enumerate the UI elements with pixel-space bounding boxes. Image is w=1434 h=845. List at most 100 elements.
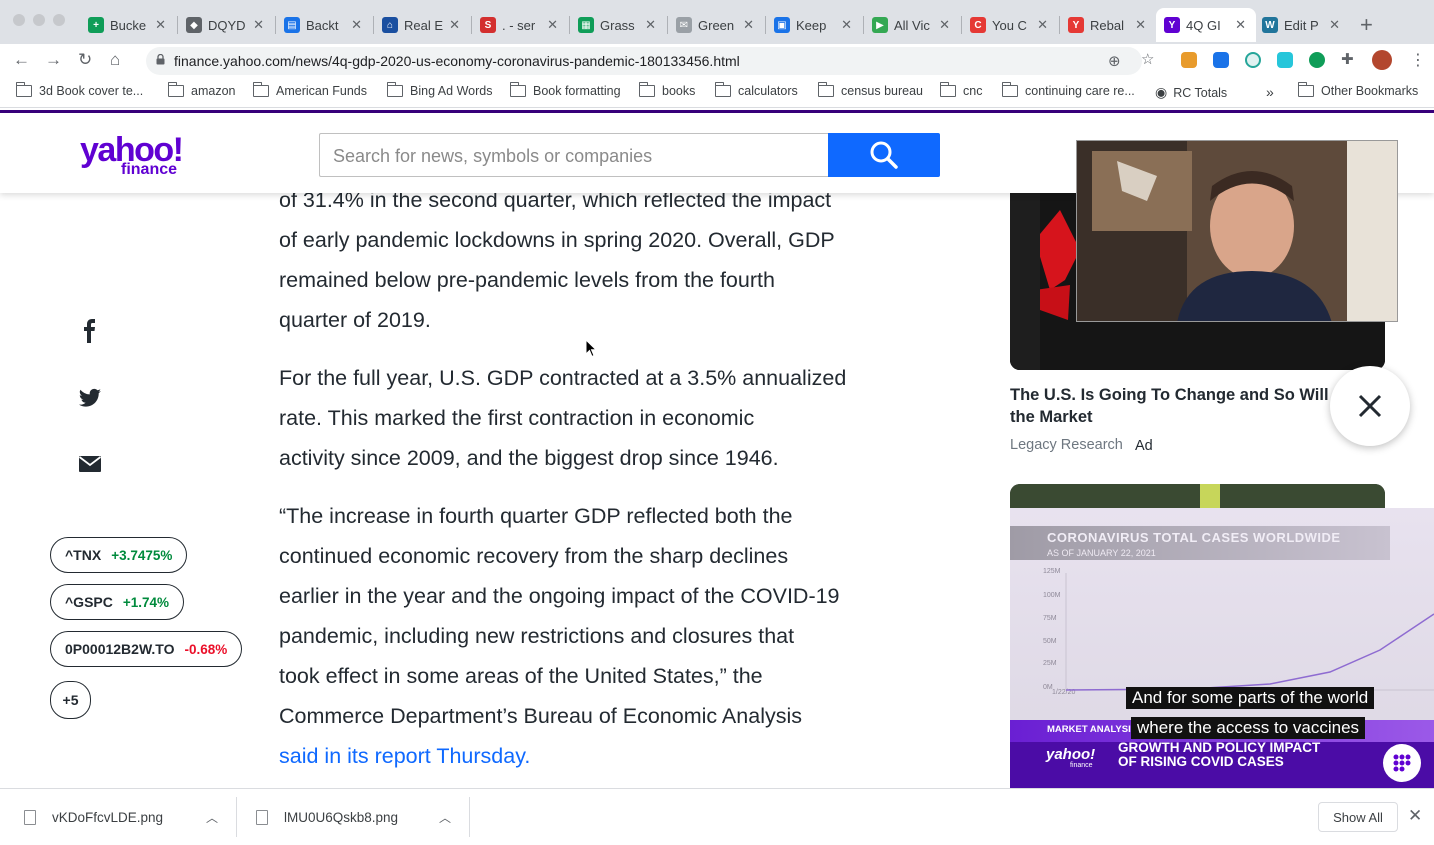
- search-input[interactable]: Search for news, symbols or companies: [319, 133, 828, 177]
- browser-tab[interactable]: S . - ser ✕: [472, 8, 568, 42]
- tab-favicon-icon: ▤: [284, 17, 300, 33]
- download-divider: [469, 797, 470, 837]
- article-line: “The increase in fourth quarter GDP refl…: [279, 504, 793, 528]
- tab-close-icon[interactable]: ✕: [351, 17, 362, 33]
- report-link[interactable]: said in its report Thursday.: [279, 744, 530, 768]
- reload-icon[interactable]: ↻: [78, 50, 92, 70]
- browser-tab[interactable]: ▣ Keep ✕: [766, 8, 862, 42]
- search-button[interactable]: [828, 133, 940, 177]
- extension-icon[interactable]: [1245, 52, 1261, 68]
- zoom-icon[interactable]: ⊕: [1108, 52, 1121, 70]
- dots-grid-icon: [1393, 754, 1411, 772]
- bookmark-item[interactable]: census bureau: [817, 82, 923, 98]
- back-icon[interactable]: ←: [13, 50, 30, 70]
- bookmark-item[interactable]: continuing care re...: [1001, 82, 1135, 98]
- close-downloads-icon[interactable]: ✕: [1408, 806, 1422, 826]
- bookmarks-overflow-icon[interactable]: »: [1266, 84, 1274, 100]
- bookmark-label: calculators: [738, 84, 798, 98]
- bookmark-item[interactable]: Bing Ad Words: [386, 82, 492, 98]
- tab-close-icon[interactable]: ✕: [547, 17, 558, 33]
- ad-title[interactable]: The U.S. Is Going To Change and So Will …: [1010, 384, 1340, 428]
- video-chart-title: CORONAVIRUS TOTAL CASES WORLDWIDE: [1047, 530, 1341, 545]
- download-item[interactable]: lMU0U6Qskb8.png: [256, 789, 398, 845]
- new-tab-button[interactable]: +: [1360, 12, 1373, 38]
- forward-icon[interactable]: →: [45, 50, 62, 70]
- browser-tab[interactable]: ▶ All Vic ✕: [864, 8, 960, 42]
- tab-label: Bucke: [110, 17, 147, 33]
- ticker-pill[interactable]: 0P00012B2W.TO -0.68%: [50, 631, 243, 667]
- tab-close-icon[interactable]: ✕: [449, 17, 460, 33]
- browser-tab[interactable]: ◆ DQYD ✕: [178, 8, 274, 42]
- bookmark-item[interactable]: ◉ RC Totals: [1155, 84, 1227, 101]
- folder-icon: [714, 82, 731, 97]
- browser-tab[interactable]: + Bucke ✕: [80, 8, 176, 42]
- article-line: rate. This marked the first contraction …: [279, 406, 755, 430]
- tab-close-icon[interactable]: ✕: [253, 17, 264, 33]
- tab-close-icon[interactable]: ✕: [841, 17, 852, 33]
- tab-close-icon[interactable]: ✕: [645, 17, 656, 33]
- tab-close-icon[interactable]: ✕: [1235, 17, 1246, 33]
- browser-tab[interactable]: Y Rebal ✕: [1060, 8, 1156, 42]
- bookmark-item[interactable]: Book formatting: [509, 82, 621, 98]
- folder-icon: [817, 82, 834, 97]
- close-icon: [1358, 394, 1382, 418]
- twitter-icon[interactable]: [78, 386, 102, 410]
- profile-avatar[interactable]: [1372, 50, 1392, 70]
- tab-close-icon[interactable]: ✕: [1329, 17, 1340, 33]
- bookmark-item[interactable]: cnc: [939, 82, 982, 98]
- extensions-puzzle-icon[interactable]: ✚: [1341, 50, 1357, 68]
- bookmark-item[interactable]: American Funds: [252, 82, 367, 98]
- yahoo-logo-sub[interactable]: finance: [121, 161, 177, 179]
- window-minimize-dot[interactable]: [33, 14, 45, 26]
- ticker-pill[interactable]: ^GSPC +1.74%: [50, 584, 185, 620]
- bookmark-item[interactable]: 3d Book cover te...: [15, 82, 143, 98]
- address-bar[interactable]: finance.yahoo.com/news/4q-gdp-2020-us-ec…: [146, 47, 1142, 75]
- article-paragraph: For the full year, U.S. GDP contracted a…: [279, 358, 899, 478]
- browser-tab[interactable]: C You C ✕: [962, 8, 1058, 42]
- more-tickers-button[interactable]: +5: [50, 681, 91, 719]
- browser-tab[interactable]: ▤ Backt ✕: [276, 8, 372, 42]
- extension-icon[interactable]: [1309, 52, 1325, 68]
- home-icon[interactable]: ⌂: [110, 50, 120, 70]
- bookmark-item[interactable]: books: [638, 82, 695, 98]
- other-bookmarks[interactable]: Other Bookmarks: [1297, 82, 1418, 98]
- browser-tab[interactable]: ▦ Grass ✕: [570, 8, 666, 42]
- window-close-dot[interactable]: [13, 14, 25, 26]
- mail-icon[interactable]: [78, 452, 102, 476]
- download-item[interactable]: vKDoFfcvLDE.png: [24, 789, 163, 845]
- facebook-icon[interactable]: [78, 319, 102, 343]
- browser-tab[interactable]: ✉ Green ✕: [668, 8, 764, 42]
- tab-close-icon[interactable]: ✕: [155, 17, 166, 33]
- bookmark-item[interactable]: amazon: [167, 82, 236, 98]
- video-player[interactable]: CORONAVIRUS TOTAL CASES WORLDWIDE AS OF …: [1010, 508, 1434, 788]
- browser-tab[interactable]: W Edit P ✕: [1254, 8, 1350, 42]
- window-zoom-dot[interactable]: [53, 14, 65, 26]
- bookmark-item[interactable]: calculators: [714, 82, 798, 98]
- extension-icon[interactable]: [1181, 52, 1197, 68]
- folder-icon: [1297, 82, 1314, 97]
- tab-label: Real E: [404, 17, 444, 33]
- chevron-up-icon[interactable]: ︿: [439, 809, 451, 826]
- bookmark-label: amazon: [191, 84, 236, 98]
- close-video-button[interactable]: [1330, 366, 1410, 446]
- article-paragraph: “The increase in fourth quarter GDP refl…: [279, 496, 899, 776]
- tab-close-icon[interactable]: ✕: [1037, 17, 1048, 33]
- tab-close-icon[interactable]: ✕: [1135, 17, 1146, 33]
- bookmark-star-icon[interactable]: ☆: [1141, 50, 1154, 68]
- webcam-frame: [1077, 141, 1397, 321]
- browser-tab[interactable]: ⌂ Real E ✕: [374, 8, 470, 42]
- extension-icon[interactable]: [1277, 52, 1293, 68]
- video-menu-button[interactable]: [1383, 744, 1421, 782]
- tab-label: DQYD: [208, 17, 246, 33]
- menu-dots-icon[interactable]: ⋮: [1410, 50, 1426, 69]
- webcam-video-overlay[interactable]: [1076, 140, 1398, 322]
- tab-close-icon[interactable]: ✕: [939, 17, 950, 33]
- extension-icon[interactable]: [1213, 52, 1229, 68]
- chevron-up-icon[interactable]: ︿: [206, 809, 218, 826]
- article-line: activity since 2009, and the biggest dro…: [279, 446, 779, 470]
- show-all-downloads-button[interactable]: Show All: [1318, 802, 1398, 832]
- tab-close-icon[interactable]: ✕: [743, 17, 754, 33]
- ad-source[interactable]: Legacy Research: [1010, 437, 1123, 453]
- ticker-pill[interactable]: ^TNX +3.7475%: [50, 537, 188, 573]
- browser-tab[interactable]: Y 4Q GI ✕: [1156, 8, 1256, 42]
